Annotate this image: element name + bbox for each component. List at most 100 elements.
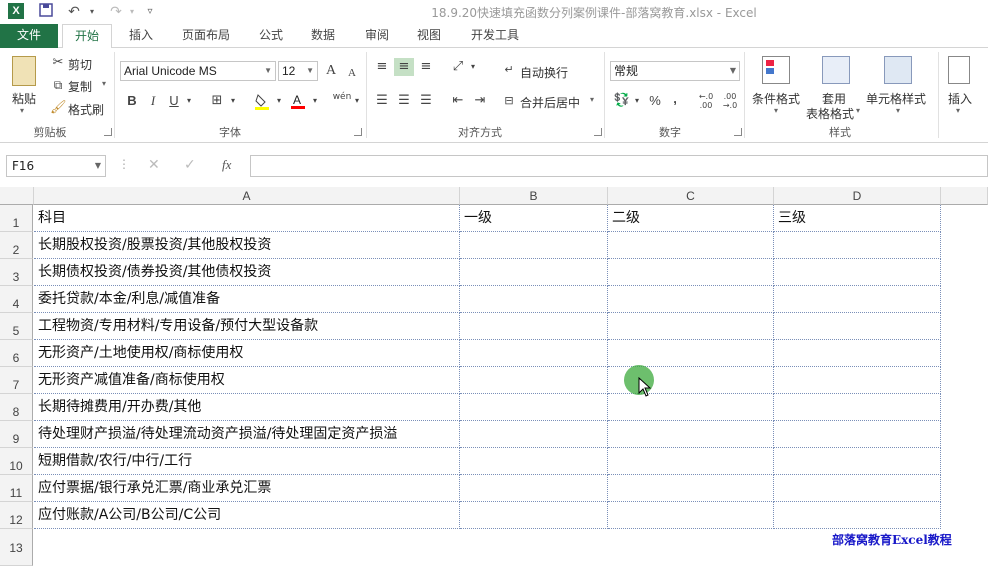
row-header[interactable]: 5: [0, 313, 33, 340]
grow-font-button[interactable]: A: [322, 62, 340, 80]
wrap-text-button[interactable]: 自动换行: [520, 64, 568, 81]
row-header[interactable]: 8: [0, 394, 33, 421]
cell-c1[interactable]: 二级: [608, 205, 774, 232]
tab-insert[interactable]: 插入: [120, 24, 162, 48]
cell-d2[interactable]: [774, 232, 941, 259]
cell-b10[interactable]: [460, 448, 608, 475]
font-color-dropdown-icon[interactable]: ▾: [310, 92, 320, 110]
cell-c11[interactable]: [608, 475, 774, 502]
tab-review[interactable]: 审阅: [356, 24, 398, 48]
cell-styles-button[interactable]: 单元格样式: [866, 90, 926, 107]
decrease-indent-icon[interactable]: ⇤: [448, 92, 468, 110]
number-launcher-icon[interactable]: [734, 128, 742, 136]
cell-b8[interactable]: [460, 394, 608, 421]
cell-b9[interactable]: [460, 421, 608, 448]
cancel-icon[interactable]: ✕: [148, 157, 160, 173]
select-all-corner[interactable]: [0, 187, 34, 205]
cell-d5[interactable]: [774, 313, 941, 340]
underline-button[interactable]: U: [166, 92, 182, 110]
tab-view[interactable]: 视图: [408, 24, 450, 48]
column-header-d[interactable]: D: [774, 187, 941, 205]
paste-icon[interactable]: [12, 56, 36, 86]
font-name-select[interactable]: Arial Unicode MS ▼: [120, 61, 276, 81]
merge-center-button[interactable]: 合并后居中: [520, 94, 580, 111]
italic-button[interactable]: I: [146, 92, 160, 110]
cell-b12[interactable]: [460, 502, 608, 529]
tab-home[interactable]: 开始: [62, 24, 112, 49]
conditional-formatting-icon[interactable]: [762, 56, 790, 84]
align-left-icon[interactable]: ☰: [372, 92, 392, 110]
insert-dropdown-icon[interactable]: ▾: [956, 106, 960, 115]
formula-bar-splitter-icon[interactable]: ⋮: [118, 157, 130, 171]
cell-b4[interactable]: [460, 286, 608, 313]
insert-cells-icon[interactable]: [948, 56, 970, 84]
phonetic-dropdown-icon[interactable]: ▾: [352, 92, 362, 110]
shrink-font-button[interactable]: A: [344, 64, 360, 82]
cell-styles-dropdown-icon[interactable]: ▾: [896, 106, 900, 115]
insert-function-button[interactable]: fx: [222, 157, 231, 173]
row-header[interactable]: 11: [0, 475, 33, 502]
font-size-select[interactable]: 12 ▼: [278, 61, 318, 81]
scissors-icon[interactable]: ✂: [50, 54, 66, 72]
cell-a10[interactable]: 短期借款/农行/中行/工行: [34, 448, 460, 475]
conditional-formatting-dropdown-icon[interactable]: ▾: [774, 106, 778, 115]
cell-c5[interactable]: [608, 313, 774, 340]
cell-a12[interactable]: 应付账款/A公司/B公司/C公司: [34, 502, 460, 529]
orientation-icon[interactable]: ⤢: [448, 58, 468, 76]
cell-c6[interactable]: [608, 340, 774, 367]
cell-b7[interactable]: [460, 367, 608, 394]
borders-icon[interactable]: ⊞: [208, 92, 226, 110]
phonetic-guide-button[interactable]: wén: [330, 88, 354, 106]
cell-d10[interactable]: [774, 448, 941, 475]
cell-a8[interactable]: 长期待摊费用/开办费/其他: [34, 394, 460, 421]
borders-dropdown-icon[interactable]: ▾: [228, 92, 238, 110]
increase-decimal-icon[interactable]: ←.0.00: [696, 92, 716, 110]
cell-a4[interactable]: 委托贷款/本金/利息/减值准备: [34, 286, 460, 313]
row-header[interactable]: 9: [0, 421, 33, 448]
paste-dropdown-icon[interactable]: ▾: [20, 106, 24, 115]
row-header[interactable]: 12: [0, 502, 33, 529]
cell-b2[interactable]: [460, 232, 608, 259]
align-top-icon[interactable]: ≡: [372, 58, 392, 76]
cell-a11[interactable]: 应付票据/银行承兑汇票/商业承兑汇票: [34, 475, 460, 502]
cell-b11[interactable]: [460, 475, 608, 502]
align-right-icon[interactable]: ☰: [416, 92, 436, 110]
clipboard-launcher-icon[interactable]: [104, 128, 112, 136]
cell-d9[interactable]: [774, 421, 941, 448]
cell-a3[interactable]: 长期债权投资/债券投资/其他债权投资: [34, 259, 460, 286]
format-as-table-icon[interactable]: [822, 56, 850, 84]
format-as-table-line2[interactable]: 表格格式: [806, 105, 854, 122]
row-header[interactable]: 3: [0, 259, 33, 286]
accounting-format-icon[interactable]: 💱: [612, 92, 632, 110]
orientation-dropdown-icon[interactable]: ▾: [468, 58, 478, 76]
bold-button[interactable]: B: [124, 92, 140, 110]
cell-a6[interactable]: 无形资产/土地使用权/商标使用权: [34, 340, 460, 367]
align-bottom-icon[interactable]: ≡: [416, 58, 436, 76]
cell-b1[interactable]: 一级: [460, 205, 608, 232]
row-header[interactable]: 13: [0, 529, 33, 566]
cell-d8[interactable]: [774, 394, 941, 421]
cell-a2[interactable]: 长期股权投资/股票投资/其他股权投资: [34, 232, 460, 259]
cell-d3[interactable]: [774, 259, 941, 286]
cell-b6[interactable]: [460, 340, 608, 367]
enter-icon[interactable]: ✓: [184, 157, 196, 173]
cell-d4[interactable]: [774, 286, 941, 313]
cell-a5[interactable]: 工程物资/专用材料/专用设备/预付大型设备款: [34, 313, 460, 340]
formula-input[interactable]: [250, 155, 988, 177]
cell-d12[interactable]: [774, 502, 941, 529]
row-header[interactable]: 4: [0, 286, 33, 313]
column-header-e[interactable]: [941, 187, 988, 205]
row-header[interactable]: 2: [0, 232, 33, 259]
copy-icon[interactable]: ⧉: [50, 76, 66, 94]
accounting-dropdown-icon[interactable]: ▾: [632, 92, 642, 110]
align-center-icon[interactable]: ☰: [394, 92, 414, 110]
cell-c8[interactable]: [608, 394, 774, 421]
alignment-launcher-icon[interactable]: [594, 128, 602, 136]
format-as-table-dropdown-icon[interactable]: ▾: [856, 106, 860, 115]
tab-formulas[interactable]: 公式: [250, 24, 292, 48]
tab-developer[interactable]: 开发工具: [462, 24, 528, 48]
cell-c4[interactable]: [608, 286, 774, 313]
align-middle-icon[interactable]: ≡: [394, 58, 414, 76]
underline-dropdown-icon[interactable]: ▾: [184, 92, 194, 110]
cell-b3[interactable]: [460, 259, 608, 286]
